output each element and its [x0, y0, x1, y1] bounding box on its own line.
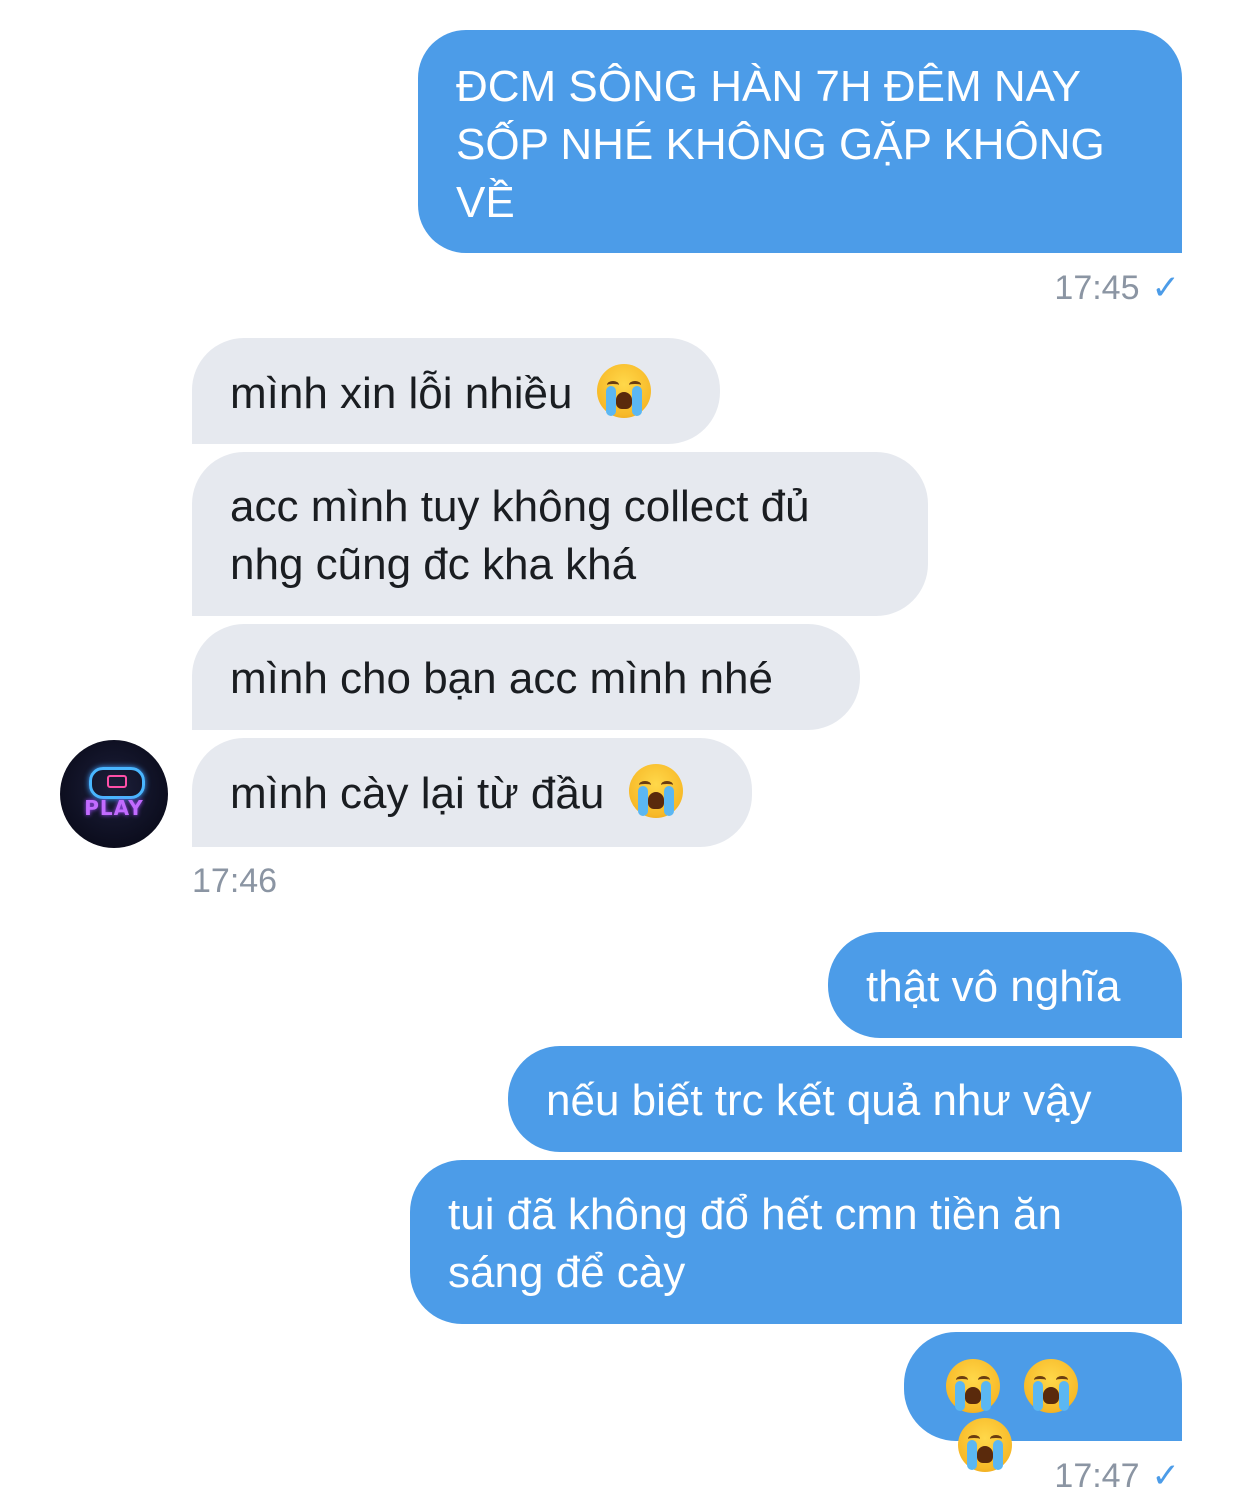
message-text: tui đã không đổ hết cmn tiền ăn sáng để … — [448, 1190, 1062, 1297]
message-timestamp: 17:46 — [192, 862, 277, 901]
loudly-crying-face-icon — [1024, 1359, 1079, 1413]
outgoing-message-bubble[interactable]: tui đã không đổ hết cmn tiền ăn sáng để … — [410, 1160, 1182, 1324]
incoming-message-bubble[interactable]: acc mình tuy không collect đủ nhg cũng đ… — [192, 452, 928, 616]
outgoing-message-bubble[interactable]: ĐCM SÔNG HÀN 7H ĐÊM NAY SỐP NHÉ KHÔNG GẶ… — [418, 30, 1182, 253]
loudly-crying-face-icon — [946, 1359, 1000, 1413]
incoming-message-bubble[interactable]: mình xin lỗi nhiều — [192, 338, 720, 444]
message-text: mình cày lại từ đầu — [230, 769, 605, 818]
message-text: mình xin lỗi nhiều — [230, 369, 573, 418]
outgoing-emoji-bubble[interactable] — [904, 1332, 1182, 1472]
loudly-crying-face-icon — [628, 764, 683, 818]
check-icon: ✓ — [1151, 269, 1181, 307]
message-text: acc mình tuy không collect đủ nhg cũng đ… — [230, 482, 810, 589]
timestamp-text: 17:45 — [1054, 269, 1140, 307]
avatar[interactable]: PLAY — [60, 740, 168, 848]
message-timestamp: 17:47 ✓ — [1054, 1456, 1180, 1496]
loudly-crying-face-icon — [958, 1418, 1012, 1472]
timestamp-text: 17:47 — [1054, 1457, 1140, 1495]
incoming-message-bubble[interactable]: mình cày lại từ đầu — [192, 738, 752, 847]
loudly-crying-face-icon — [596, 364, 651, 418]
gamepad-icon — [89, 767, 145, 799]
message-timestamp: 17:45 ✓ — [1054, 268, 1180, 308]
message-text: ĐCM SÔNG HÀN 7H ĐÊM NAY SỐP NHÉ KHÔNG GẶ… — [456, 62, 1105, 227]
incoming-message-bubble[interactable]: mình cho bạn acc mình nhé — [192, 624, 860, 730]
outgoing-message-bubble[interactable]: nếu biết trc kết quả như vậy — [508, 1046, 1182, 1152]
check-icon: ✓ — [1151, 1457, 1181, 1495]
message-text: thật vô nghĩa — [866, 962, 1121, 1011]
message-text: mình cho bạn acc mình nhé — [230, 654, 773, 703]
timestamp-text: 17:46 — [192, 862, 278, 900]
message-text: nếu biết trc kết quả như vậy — [546, 1076, 1092, 1125]
avatar-label: PLAY — [84, 796, 144, 820]
outgoing-message-bubble[interactable]: thật vô nghĩa — [828, 932, 1182, 1038]
